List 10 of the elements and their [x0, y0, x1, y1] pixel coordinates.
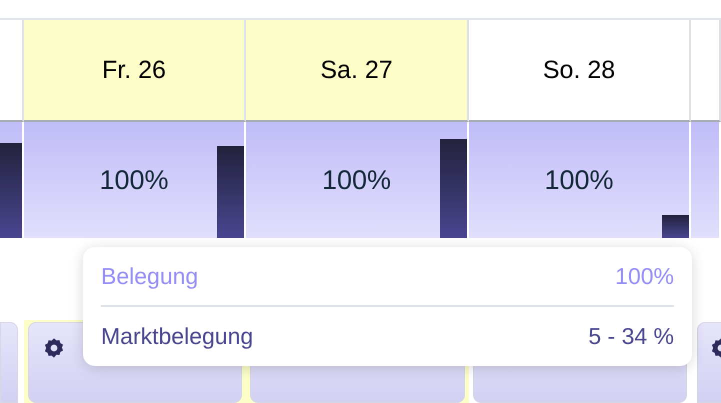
tooltip-label: Marktbelegung — [101, 322, 254, 350]
day-label: Sa. 27 — [320, 56, 393, 84]
tooltip-value: 100% — [615, 262, 674, 290]
tooltip-value: 5 - 34 % — [588, 322, 674, 350]
day-label: So. 28 — [542, 56, 616, 84]
occupancy-value: 100% — [99, 164, 169, 196]
tooltip-label: Belegung — [101, 262, 198, 290]
day-label: Fr. 26 — [102, 56, 166, 84]
occupancy-value: 100% — [322, 164, 392, 196]
occupancy-value: 100% — [544, 164, 614, 196]
